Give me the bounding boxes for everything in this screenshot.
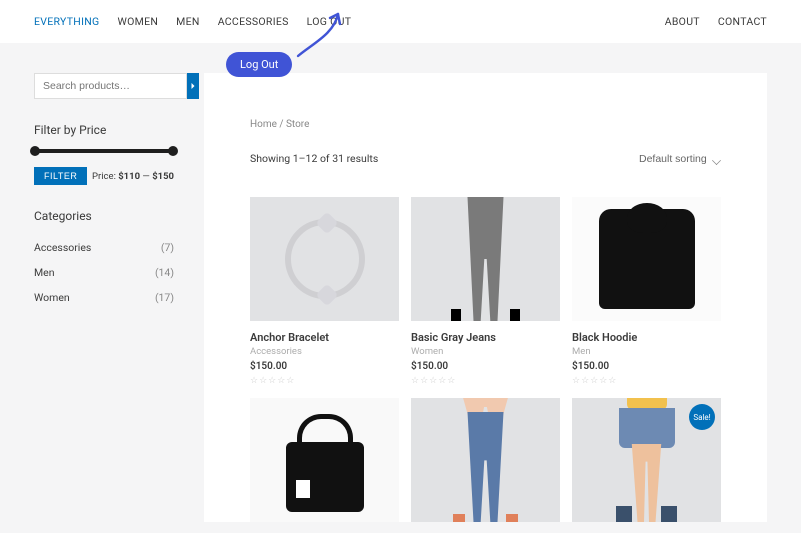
callout-arrow-icon [264,8,344,58]
category-label: Accessories [34,241,91,254]
star-rating-icon: ☆☆☆☆☆ [250,376,399,386]
results-count: Showing 1–12 of 31 results [250,152,378,165]
sale-badge: Sale! [689,404,715,430]
main-content: Home / Store Showing 1–12 of 31 results … [204,73,767,522]
price-slider-handle-low[interactable] [30,146,40,156]
star-rating-icon: ☆☆☆☆☆ [411,376,560,386]
category-accessories[interactable]: Accessories (7) [34,235,174,260]
price-prefix: Price: [92,171,118,182]
categories-title: Categories [34,209,174,223]
product-category: Women [411,346,560,357]
product-title: Black Hoodie [572,331,721,344]
product-price: $150.00 [250,361,399,372]
price-range-label: Price: $110 — $150 [92,171,174,182]
category-men[interactable]: Men (14) [34,260,174,285]
star-rating-icon: ☆☆☆☆☆ [572,376,721,386]
product-card[interactable] [250,398,399,522]
search-button[interactable] [187,73,199,99]
product-card[interactable]: Sale! [572,398,721,522]
nav-right: ABOUT CONTACT [665,15,767,28]
product-image [250,398,399,522]
sidebar: Filter by Price FILTER Price: $110 — $15… [34,73,174,522]
product-title: Basic Gray Jeans [411,331,560,344]
product-category: Men [572,346,721,357]
product-image [411,398,560,522]
product-card[interactable]: Anchor Bracelet Accessories $150.00 ☆☆☆☆… [250,197,399,386]
product-card[interactable] [411,398,560,522]
top-nav: EVERYTHING WOMEN MEN ACCESSORIES LOG OUT… [0,0,801,43]
breadcrumb[interactable]: Home / Store [250,119,721,130]
results-toolbar: Showing 1–12 of 31 results Default sorti… [250,152,721,165]
filter-button[interactable]: FILTER [34,167,87,185]
logout-callout: Log Out [226,52,292,77]
sort-select[interactable]: Default sorting [639,153,721,165]
product-grid: Anchor Bracelet Accessories $150.00 ☆☆☆☆… [250,197,721,522]
product-price: $150.00 [411,361,560,372]
nav-everything[interactable]: EVERYTHING [34,15,100,28]
category-women[interactable]: Women (17) [34,285,174,310]
nav-women[interactable]: WOMEN [118,15,159,28]
search [34,73,174,99]
product-card[interactable]: Basic Gray Jeans Women $150.00 ☆☆☆☆☆ [411,197,560,386]
categories-list: Accessories (7) Men (14) Women (17) [34,235,174,310]
product-image: Sale! [572,398,721,522]
price-slider[interactable] [34,149,174,153]
filter-title: Filter by Price [34,123,174,137]
category-count: (14) [155,266,174,279]
chevron-right-icon [187,80,199,92]
category-label: Women [34,291,70,304]
product-image [250,197,399,321]
nav-about[interactable]: ABOUT [665,15,700,28]
product-category: Accessories [250,346,399,357]
search-input[interactable] [34,73,187,99]
price-sep: — [140,171,152,182]
price-low: $110 [118,171,140,182]
product-price: $150.00 [572,361,721,372]
nav-men[interactable]: MEN [176,15,200,28]
product-title: Anchor Bracelet [250,331,399,344]
product-image [411,197,560,321]
sort-dropdown[interactable]: Default sorting [639,152,721,165]
category-label: Men [34,266,55,279]
product-card[interactable]: Black Hoodie Men $150.00 ☆☆☆☆☆ [572,197,721,386]
nav-contact[interactable]: CONTACT [718,15,767,28]
category-count: (17) [155,291,174,304]
product-image [572,197,721,321]
price-high: $150 [152,171,174,182]
price-slider-handle-high[interactable] [168,146,178,156]
category-count: (7) [161,241,174,254]
